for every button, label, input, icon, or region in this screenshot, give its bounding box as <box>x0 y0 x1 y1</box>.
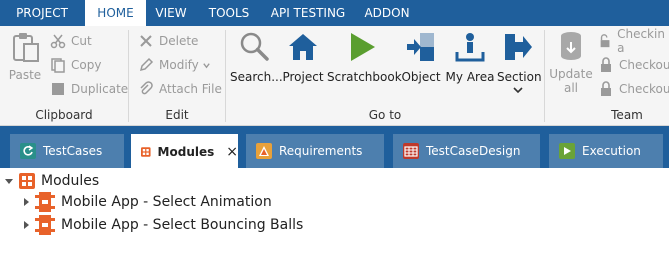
module-tree: Modules Mobile App - Select Animation Mo… <box>0 168 669 259</box>
modify-button[interactable]: Modify <box>138 54 211 76</box>
update-label-line2: all <box>563 81 579 95</box>
checkout-tree-button[interactable]: Checkout <box>598 78 669 100</box>
copy-button[interactable]: Copy <box>50 54 101 76</box>
update-label: Update <box>549 67 593 81</box>
cut-button[interactable]: Cut <box>50 30 92 52</box>
update-all-button[interactable]: Update all <box>549 30 593 95</box>
checkout-button[interactable]: Checkout <box>598 54 669 76</box>
execution-icon <box>559 143 575 159</box>
object-button[interactable]: Object <box>400 30 442 84</box>
paste-button[interactable]: Paste <box>6 30 44 82</box>
tree-node-label: Mobile App - Select Animation <box>61 194 272 210</box>
expand-arrow-icon[interactable] <box>24 198 29 206</box>
database-update-icon <box>561 32 581 60</box>
menu-tab-view[interactable]: VIEW <box>146 0 196 26</box>
tree-root-node[interactable]: Modules <box>5 170 99 192</box>
paste-label: Paste <box>8 68 42 82</box>
menu-tab-project[interactable]: PROJECT <box>0 0 84 26</box>
goto-group-label: Go to <box>368 108 402 122</box>
copy-label: Copy <box>71 58 102 72</box>
close-icon[interactable]: × <box>226 144 238 160</box>
testcasedesign-icon <box>403 143 419 159</box>
checkin-label: Checkin a <box>617 27 665 55</box>
module-icon <box>35 192 55 212</box>
chevron-down-icon <box>513 87 523 94</box>
edit-group-label: Edit <box>165 108 189 122</box>
tab-label: Execution <box>582 144 641 158</box>
team-group-label: Team <box>611 108 643 122</box>
duplicate-label: Duplicate <box>71 82 129 96</box>
play-icon <box>351 33 375 61</box>
lock-tree-icon <box>601 81 611 96</box>
menu-bar: PROJECT HOME VIEW TOOLS API TESTING ADDO… <box>0 0 669 27</box>
tab-label: TestCaseDesign <box>426 144 521 158</box>
my-area-button[interactable]: My Area <box>445 30 495 84</box>
checkin-button[interactable]: Checkin a <box>598 27 669 55</box>
clipboard-group-label: Clipboard <box>35 108 93 122</box>
pencil-icon <box>139 57 154 72</box>
tab-requirements[interactable]: Requirements <box>246 134 384 168</box>
unlock-icon <box>600 34 610 48</box>
tree-item[interactable]: Mobile App - Select Bouncing Balls <box>24 214 303 236</box>
checkout-label: Checkout <box>619 58 669 72</box>
cut-label: Cut <box>71 34 92 48</box>
object-icon <box>407 33 434 61</box>
tree-item[interactable]: Mobile App - Select Animation <box>24 191 272 213</box>
delete-button[interactable]: Delete <box>138 30 198 52</box>
tree-node-label: Mobile App - Select Bouncing Balls <box>61 217 304 233</box>
attach-file-label: Attach File <box>159 82 222 96</box>
tab-label: Modules <box>157 144 215 159</box>
modules-icon <box>19 173 35 189</box>
menu-tab-home[interactable]: HOME <box>85 0 146 27</box>
copy-icon <box>51 58 65 73</box>
collapse-arrow-icon[interactable] <box>5 178 13 184</box>
section-button[interactable]: Section <box>497 30 542 94</box>
lock-icon <box>601 57 611 72</box>
project-label: Project <box>282 70 324 84</box>
search-label: Search... <box>230 70 283 84</box>
menu-tab-addon[interactable]: ADDON <box>356 0 418 26</box>
paste-icon <box>13 33 39 62</box>
object-label: Object <box>401 70 441 84</box>
tab-testcasedesign[interactable]: TestCaseDesign <box>393 134 540 168</box>
search-icon <box>240 32 269 61</box>
tab-modules[interactable]: Modules × <box>131 134 238 169</box>
requirements-icon <box>256 143 272 159</box>
duplicate-icon <box>52 83 64 95</box>
project-button[interactable]: Project <box>282 30 324 84</box>
tab-label: Requirements <box>279 144 363 158</box>
scratchbook-label: Scratchbook <box>327 70 402 84</box>
delete-label: Delete <box>159 34 199 48</box>
document-tabs-bar: TestCases Modules × Requirements TestCas… <box>0 126 669 169</box>
my-area-label: My Area <box>445 70 495 84</box>
section-label: Section <box>497 70 542 84</box>
tab-label: TestCases <box>43 144 103 158</box>
checkout-tree-label: Checkout <box>619 82 669 96</box>
attach-file-button[interactable]: Attach File <box>138 78 222 100</box>
duplicate-button[interactable]: Duplicate <box>50 78 128 100</box>
menu-tab-api-testing[interactable]: API TESTING <box>262 0 354 26</box>
delete-icon <box>140 35 152 47</box>
testcases-icon <box>20 143 36 159</box>
section-icon <box>505 34 532 60</box>
modules-icon <box>141 146 151 157</box>
tab-testcases[interactable]: TestCases <box>10 134 124 168</box>
ribbon: Paste Cut Copy Duplicate Clipboard Delet… <box>0 26 669 126</box>
expand-arrow-icon[interactable] <box>24 221 29 229</box>
module-icon <box>35 215 55 235</box>
menu-tab-tools[interactable]: TOOLS <box>198 0 260 26</box>
tab-execution[interactable]: Execution <box>549 134 663 168</box>
scratchbook-button[interactable]: Scratchbook <box>327 30 402 84</box>
chevron-down-icon <box>203 62 210 68</box>
home-icon <box>289 34 317 60</box>
scissors-icon <box>50 34 66 49</box>
person-icon <box>455 33 485 62</box>
tree-node-label: Modules <box>41 173 100 189</box>
modify-label: Modify <box>159 58 199 72</box>
paperclip-icon <box>140 81 153 95</box>
search-button[interactable]: Search... <box>230 30 283 84</box>
